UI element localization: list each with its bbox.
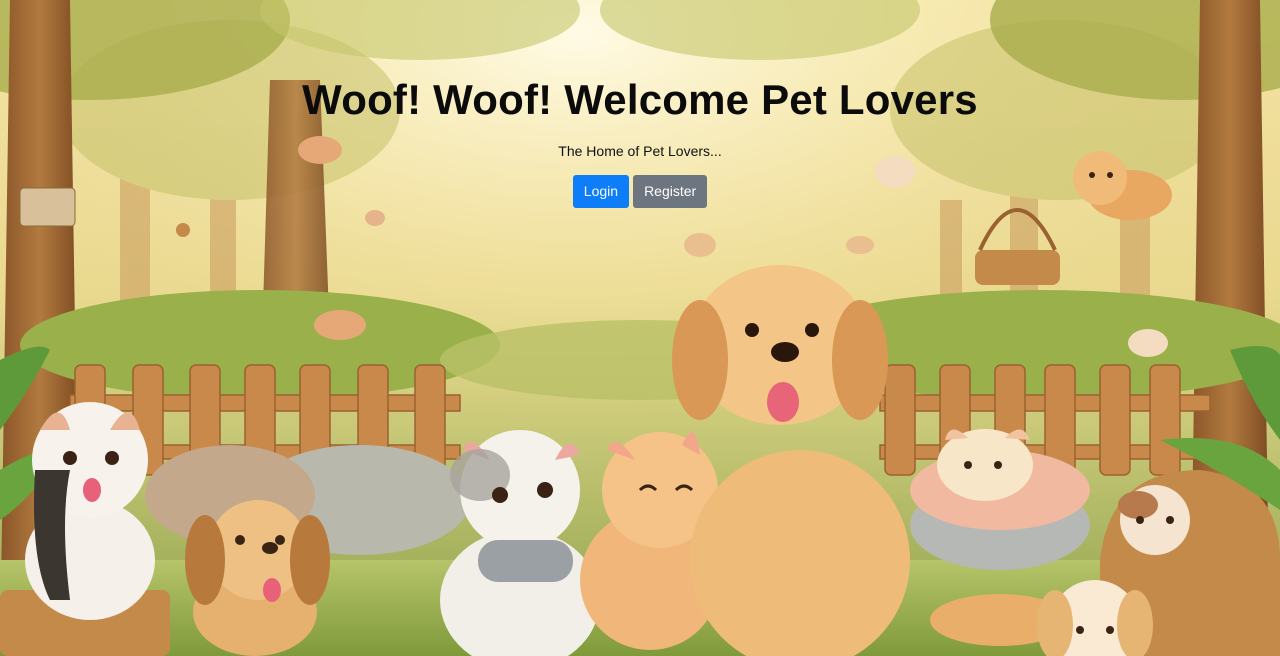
hero-subtitle: The Home of Pet Lovers... — [558, 143, 722, 159]
auth-button-group: Login Register — [0, 175, 1280, 208]
register-button[interactable]: Register — [633, 175, 708, 208]
hero-title: Woof! Woof! Welcome Pet Lovers — [302, 76, 978, 123]
hero-section: Woof! Woof! Welcome Pet Lovers The Home … — [0, 0, 1280, 656]
login-button[interactable]: Login — [572, 175, 630, 208]
